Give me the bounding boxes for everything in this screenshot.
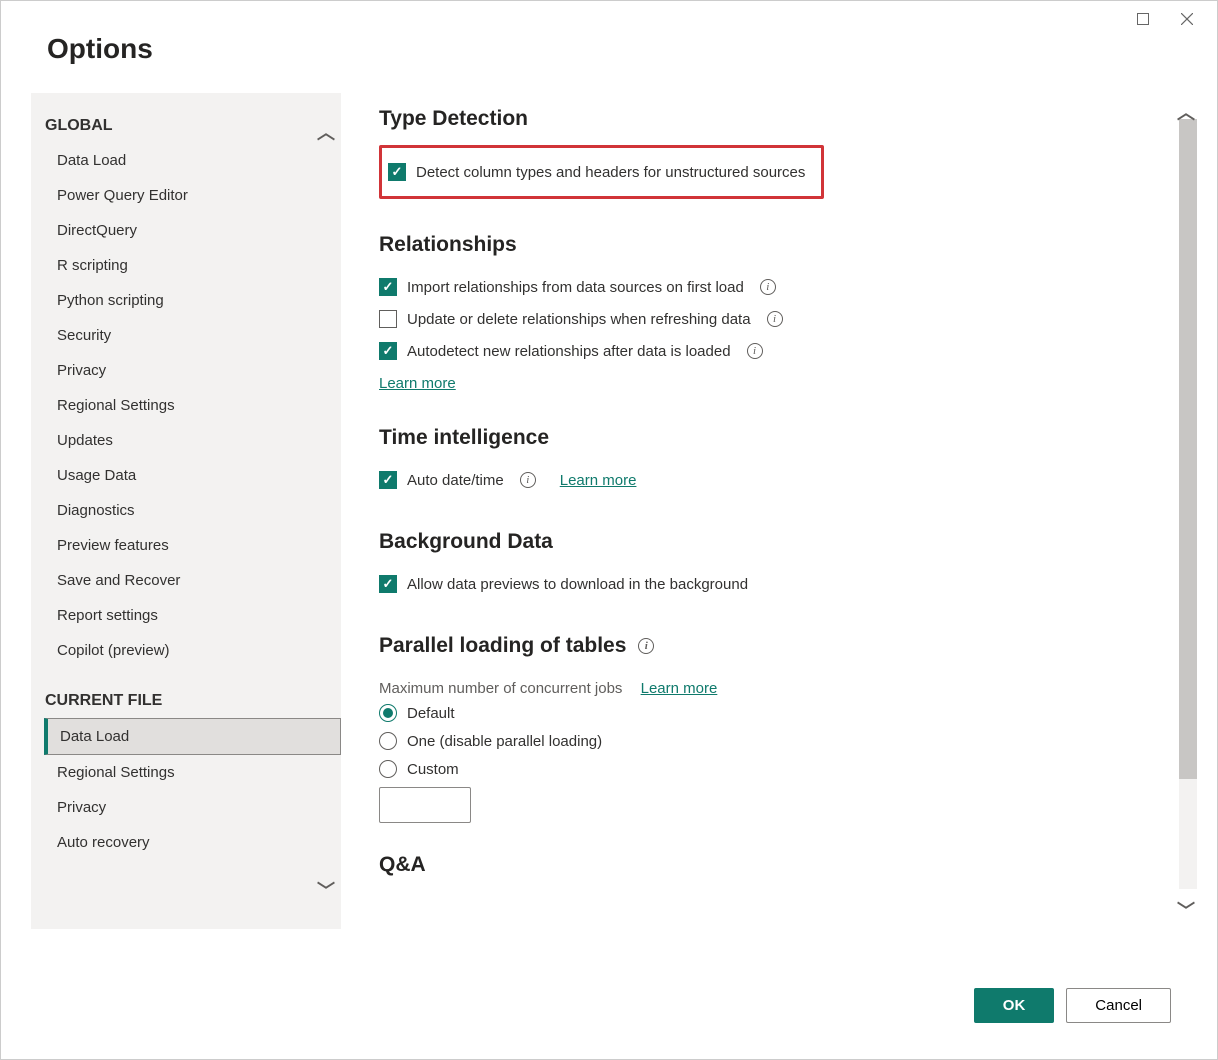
section-title-qa: Q&A [379,853,1157,877]
cancel-button[interactable]: Cancel [1066,988,1171,1023]
background-previews-label: Allow data previews to download in the b… [407,576,748,593]
close-icon [1181,13,1193,25]
content-scroll-up-icon[interactable]: ︿ [1177,99,1195,125]
time-intelligence-learn-more-link[interactable]: Learn more [560,472,637,489]
section-title-parallel-loading: Parallel loading of tables i [379,634,1157,658]
detect-types-checkbox[interactable]: ✓ [388,163,406,181]
sidebar-item-privacy-global[interactable]: Privacy [45,353,341,388]
parallel-custom-input[interactable] [379,787,471,823]
sidebar: ︿ ﹀ GLOBAL Data Load Power Query Editor … [31,93,341,929]
sidebar-item-regional-settings-global[interactable]: Regional Settings [45,388,341,423]
sidebar-item-data-load-global[interactable]: Data Load [45,143,341,178]
scroll-up-icon[interactable]: ︿ [317,119,335,145]
info-icon[interactable]: i [767,311,783,327]
maximize-button[interactable] [1123,7,1163,31]
update-relationships-checkbox[interactable] [379,310,397,328]
square-icon [1137,13,1149,25]
max-concurrent-jobs-label: Maximum number of concurrent jobs [379,680,622,697]
sidebar-item-copilot-preview[interactable]: Copilot (preview) [45,633,341,668]
sidebar-item-regional-settings-file[interactable]: Regional Settings [45,755,341,790]
section-title-relationships: Relationships [379,233,1157,257]
dialog-title: Options [1,1,1217,65]
info-icon[interactable]: i [760,279,776,295]
info-icon[interactable]: i [747,343,763,359]
sidebar-item-power-query-editor[interactable]: Power Query Editor [45,178,341,213]
content-scroll-down-icon[interactable]: ﹀ [1177,897,1195,923]
import-relationships-checkbox[interactable]: ✓ [379,278,397,296]
parallel-one-radio[interactable] [379,732,397,750]
sidebar-item-data-load-file[interactable]: Data Load [44,718,341,755]
parallel-loading-title-text: Parallel loading of tables [379,634,626,657]
sidebar-item-auto-recovery[interactable]: Auto recovery [45,825,341,860]
autodetect-relationships-checkbox[interactable]: ✓ [379,342,397,360]
titlebar [1113,1,1217,37]
scroll-down-icon[interactable]: ﹀ [317,877,335,903]
content-pane: ︿ ﹀ Type Detection ✓ Detect column types… [341,93,1197,929]
update-relationships-label: Update or delete relationships when refr… [407,311,751,328]
ok-button[interactable]: OK [974,988,1055,1023]
sidebar-item-diagnostics[interactable]: Diagnostics [45,493,341,528]
sidebar-item-usage-data[interactable]: Usage Data [45,458,341,493]
parallel-default-label: Default [407,705,455,722]
parallel-learn-more-link[interactable]: Learn more [641,680,718,697]
dialog-footer: OK Cancel [974,988,1171,1023]
background-previews-checkbox[interactable]: ✓ [379,575,397,593]
sidebar-item-updates[interactable]: Updates [45,423,341,458]
parallel-default-radio[interactable] [379,704,397,722]
relationships-learn-more-link[interactable]: Learn more [379,375,456,392]
section-title-type-detection: Type Detection [379,107,1157,131]
sidebar-item-r-scripting[interactable]: R scripting [45,248,341,283]
section-title-background-data: Background Data [379,530,1157,554]
sidebar-item-preview-features[interactable]: Preview features [45,528,341,563]
sidebar-heading-current-file: CURRENT FILE [45,686,341,718]
sidebar-item-privacy-file[interactable]: Privacy [45,790,341,825]
auto-datetime-checkbox[interactable]: ✓ [379,471,397,489]
parallel-one-label: One (disable parallel loading) [407,733,602,750]
sidebar-item-security[interactable]: Security [45,318,341,353]
parallel-custom-label: Custom [407,761,459,778]
info-icon[interactable]: i [520,472,536,488]
parallel-custom-radio[interactable] [379,760,397,778]
import-relationships-label: Import relationships from data sources o… [407,279,744,296]
options-dialog: Options ︿ ﹀ GLOBAL Data Load Power Query… [0,0,1218,1060]
sidebar-item-directquery[interactable]: DirectQuery [45,213,341,248]
sidebar-item-save-and-recover[interactable]: Save and Recover [45,563,341,598]
info-icon[interactable]: i [638,638,654,654]
autodetect-relationships-label: Autodetect new relationships after data … [407,343,731,360]
sidebar-heading-global: GLOBAL [45,111,341,143]
section-title-time-intelligence: Time intelligence [379,426,1157,450]
auto-datetime-label: Auto date/time [407,472,504,489]
sidebar-item-python-scripting[interactable]: Python scripting [45,283,341,318]
highlighted-option: ✓ Detect column types and headers for un… [379,145,824,199]
sidebar-item-report-settings[interactable]: Report settings [45,598,341,633]
close-button[interactable] [1167,7,1207,31]
detect-types-label: Detect column types and headers for unst… [416,164,805,181]
scrollbar-thumb[interactable] [1179,119,1197,779]
